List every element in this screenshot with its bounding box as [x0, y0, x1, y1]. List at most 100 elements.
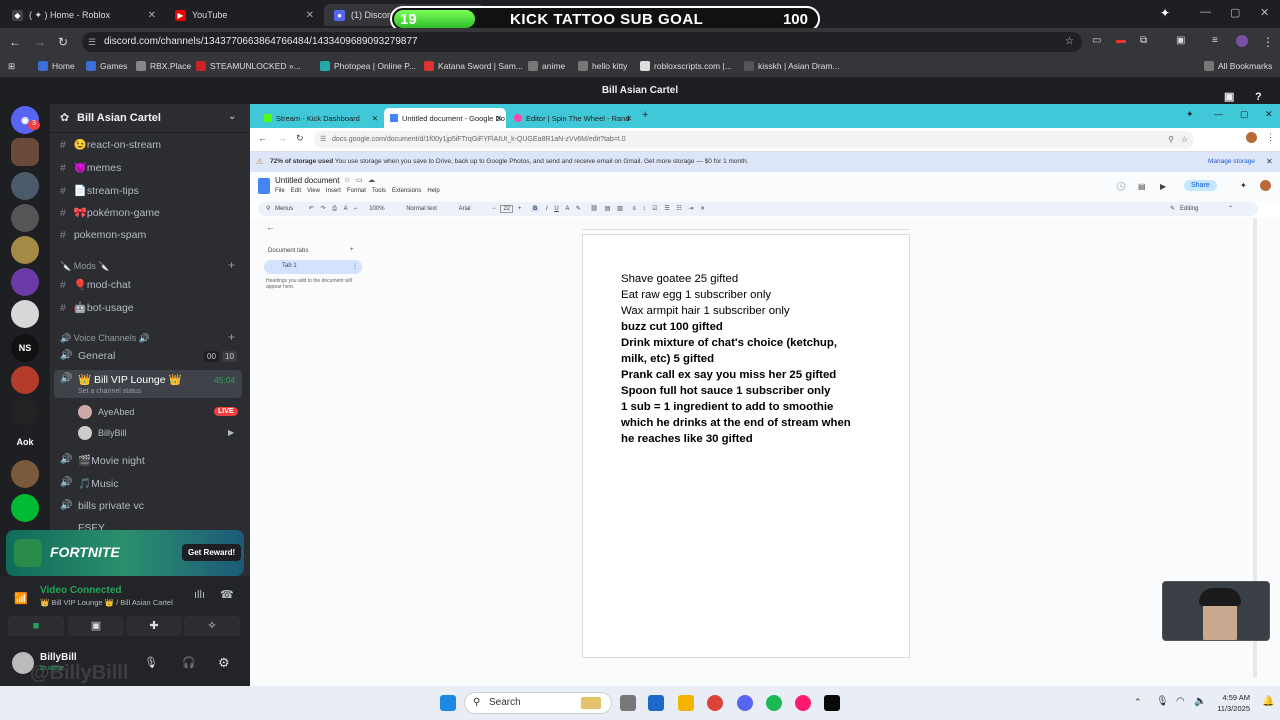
- profile-avatar[interactable]: [1260, 180, 1271, 191]
- volume-icon[interactable]: 🔈: [1194, 696, 1206, 707]
- server-icon[interactable]: [11, 300, 39, 328]
- doc-line[interactable]: Spoon full hot sauce 1 subscriber only: [621, 385, 831, 397]
- bookmark[interactable]: Home: [38, 61, 75, 71]
- all-bookmarks[interactable]: All Bookmarks: [1204, 61, 1272, 71]
- close-icon[interactable]: ✕: [1266, 152, 1273, 172]
- decrease-size-icon[interactable]: −: [492, 206, 496, 212]
- editing-mode-select[interactable]: Editing: [1180, 202, 1198, 216]
- menu-file[interactable]: File: [275, 188, 285, 194]
- channel-react-on-stream[interactable]: 😉react-on-stream: [60, 138, 161, 151]
- microphone-icon[interactable]: 🎙: [1156, 696, 1169, 707]
- microphone-icon[interactable]: 🎙: [144, 656, 158, 669]
- bookmark[interactable]: Photopea | Online P...: [320, 61, 416, 71]
- doc-line[interactable]: Prank call ex say you miss her 25 gifted: [621, 369, 836, 381]
- close-window-icon[interactable]: ✕: [1265, 109, 1273, 120]
- disconnect-icon[interactable]: ☎: [220, 588, 234, 601]
- bookmark-star-icon[interactable]: ☆: [1065, 32, 1074, 52]
- inner-address-bar[interactable]: ☰ docs.google.com/document/d/1f00y1jp5iF…: [314, 131, 1194, 148]
- menu-help[interactable]: Help: [427, 188, 439, 194]
- member-billybill[interactable]: BillyBill: [98, 428, 127, 438]
- highlight-icon[interactable]: ✎: [576, 206, 581, 212]
- text-color-icon[interactable]: A: [565, 206, 569, 212]
- server-icon[interactable]: [11, 172, 39, 200]
- link-icon[interactable]: ⛓: [590, 206, 598, 212]
- menus-search[interactable]: Menus: [275, 206, 293, 212]
- puzzle-icon[interactable]: ⧉: [1140, 35, 1147, 46]
- comment-add-icon[interactable]: ▤: [605, 206, 611, 212]
- comment-icon[interactable]: ▤: [1138, 182, 1146, 191]
- line-spacing-icon[interactable]: ↕: [643, 206, 646, 212]
- notification-bell-icon[interactable]: 🔔: [1262, 696, 1274, 707]
- share-button[interactable]: Share: [1184, 180, 1217, 191]
- more-icon[interactable]: ⋮: [1266, 132, 1275, 143]
- server-icon[interactable]: NS: [11, 334, 39, 362]
- increase-size-icon[interactable]: +: [518, 206, 522, 212]
- chrome-icon[interactable]: [707, 695, 723, 711]
- server-icon[interactable]: [11, 268, 39, 296]
- channel-status[interactable]: Set a channel status: [78, 388, 141, 395]
- tab-1[interactable]: Tab 1 ⋮: [264, 260, 362, 274]
- undo-icon[interactable]: ↶: [309, 206, 314, 212]
- obs-icon[interactable]: [824, 695, 840, 711]
- menu-view[interactable]: View: [307, 188, 320, 194]
- voice-channel-bills-private[interactable]: bills private vc: [78, 500, 144, 512]
- voice-channel-movie-night[interactable]: 🎬Movie night: [78, 454, 145, 467]
- forward-icon[interactable]: →: [34, 35, 46, 49]
- system-clock[interactable]: 4:59 AM 11/3/2025: [1217, 692, 1250, 714]
- address-bar[interactable]: ☰ discord.com/channels/13437706638647664…: [82, 32, 1082, 52]
- activities-button[interactable]: ✚: [126, 616, 182, 636]
- bookmark[interactable]: anime: [528, 61, 565, 71]
- close-icon[interactable]: ✕: [626, 114, 632, 123]
- add-tab-icon[interactable]: +: [350, 247, 354, 253]
- doc-line[interactable]: 1 sub = 1 ingredient to add to smoothie: [621, 401, 833, 413]
- align-icon[interactable]: ≡: [632, 206, 636, 212]
- file-explorer-icon[interactable]: [678, 695, 694, 711]
- docs-logo-icon[interactable]: [258, 178, 270, 194]
- style-select[interactable]: Normal text: [406, 206, 437, 212]
- sparkle-icon[interactable]: ✦: [1186, 109, 1194, 120]
- font-select[interactable]: Arial: [459, 206, 471, 212]
- underline-icon[interactable]: U: [554, 206, 558, 212]
- zoom-icon[interactable]: ⚲: [1168, 131, 1174, 148]
- image-icon[interactable]: ▨: [617, 206, 623, 212]
- headphones-icon[interactable]: 🎧: [182, 656, 196, 669]
- doc-line[interactable]: he reaches like 30 gifted: [621, 433, 753, 445]
- bookmark[interactable]: Games: [86, 61, 127, 71]
- history-icon[interactable]: 🕓: [1116, 182, 1126, 191]
- add-channel-icon[interactable]: +: [228, 330, 235, 344]
- bookmark[interactable]: Katana Sword | Sam...: [424, 61, 523, 71]
- server-icon[interactable]: [11, 204, 39, 232]
- close-icon[interactable]: ✕: [306, 10, 314, 21]
- profile-avatar[interactable]: [1236, 35, 1248, 47]
- channel-pokemon-game[interactable]: 🎀pokémon-game: [60, 206, 160, 219]
- menu-extensions[interactable]: Extensions: [392, 188, 421, 194]
- bullet-list-icon[interactable]: ☰: [664, 206, 669, 212]
- opera-icon[interactable]: [795, 695, 811, 711]
- numbered-list-icon[interactable]: ☷: [676, 206, 681, 212]
- doc-line[interactable]: Eat raw egg 1 subscriber only: [621, 289, 771, 301]
- close-icon[interactable]: ✕: [372, 114, 378, 123]
- spellcheck-icon[interactable]: A: [344, 206, 348, 212]
- clear-format-icon[interactable]: ✕: [700, 206, 705, 212]
- server-icon[interactable]: [11, 138, 39, 166]
- category-mods[interactable]: 🔪 Mods 🔪: [60, 261, 109, 272]
- forward-icon[interactable]: →: [278, 133, 287, 143]
- doc-line[interactable]: buzz cut 100 gifted: [621, 321, 723, 333]
- star-icon[interactable]: ☆: [344, 176, 350, 184]
- mouse-app-icon[interactable]: [620, 695, 636, 711]
- maximize-icon[interactable]: ▢: [1240, 109, 1249, 120]
- cloud-icon[interactable]: ☁: [368, 176, 375, 184]
- back-arrow-icon[interactable]: ←: [266, 222, 275, 232]
- print-icon[interactable]: ⎙: [332, 206, 337, 212]
- doc-line[interactable]: Shave goatee 25 gifted: [621, 273, 738, 285]
- taskbar-search[interactable]: ⚲ Search: [464, 692, 612, 714]
- more-icon[interactable]: ⋮: [1262, 35, 1274, 49]
- add-channel-icon[interactable]: +: [228, 258, 235, 272]
- guild-name[interactable]: Bill Asian Cartel: [77, 112, 161, 124]
- inner-tab-spin-wheel[interactable]: Editor | Spin The Wheel - Rand ✕: [508, 108, 636, 128]
- menu-edit[interactable]: Edit: [291, 188, 301, 194]
- extension-icon[interactable]: ▬: [1116, 35, 1126, 46]
- apps-grid-icon[interactable]: ⊞: [8, 61, 15, 72]
- zoom-select[interactable]: 100%: [369, 206, 384, 212]
- bookmark[interactable]: hello kitty: [578, 61, 627, 71]
